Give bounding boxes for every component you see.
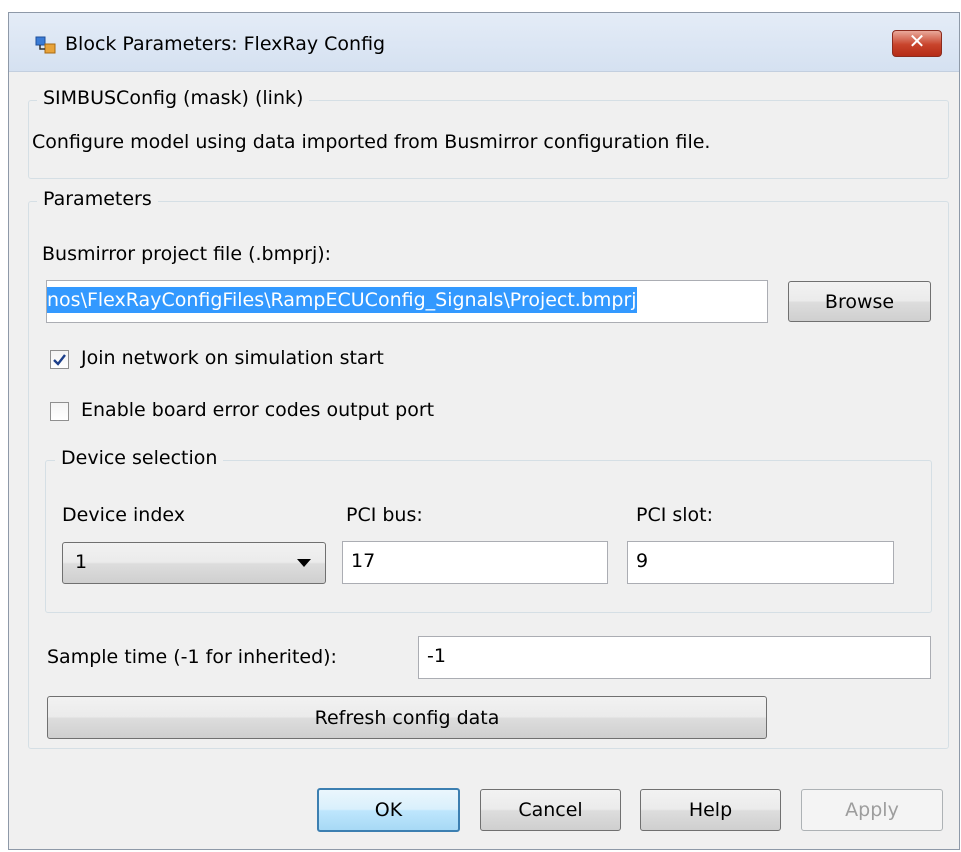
error-codes-checkbox[interactable] xyxy=(50,402,69,421)
project-file-value: nos\FlexRayConfigFiles\RampECUConfig_Sig… xyxy=(47,287,637,313)
cancel-button[interactable]: Cancel xyxy=(480,789,621,831)
title-bar[interactable]: Block Parameters: FlexRay Config ✕ xyxy=(9,13,959,72)
pci-bus-input[interactable]: 17 xyxy=(342,541,608,584)
device-index-select[interactable]: 1 xyxy=(62,542,326,584)
parameters-group: Parameters Busmirror project file (.bmpr… xyxy=(28,188,949,749)
help-button[interactable]: Help xyxy=(640,789,781,831)
device-index-value: 1 xyxy=(75,551,88,573)
browse-button[interactable]: Browse xyxy=(788,281,931,322)
refresh-config-label: Refresh config data xyxy=(314,706,500,729)
window-title: Block Parameters: FlexRay Config xyxy=(65,33,386,55)
error-codes-label[interactable]: Enable board error codes output port xyxy=(81,399,434,421)
browse-label: Browse xyxy=(824,290,895,313)
device-index-label: Device index xyxy=(62,504,185,526)
sample-time-value: -1 xyxy=(427,645,446,667)
simulink-block-icon xyxy=(35,35,57,55)
mask-heading: SIMBUSConfig (mask) (link) xyxy=(37,87,310,109)
mask-group: SIMBUSConfig (mask) (link) Configure mod… xyxy=(28,87,949,179)
chevron-down-icon xyxy=(297,559,311,567)
pci-slot-value: 9 xyxy=(636,550,649,572)
checkmark-icon xyxy=(53,354,66,366)
pci-bus-label: PCI bus: xyxy=(346,504,423,526)
sample-time-label: Sample time (-1 for inherited): xyxy=(47,646,337,668)
project-file-label: Busmirror project file (.bmprj): xyxy=(42,243,332,265)
close-icon: ✕ xyxy=(908,29,926,53)
ok-label: OK xyxy=(374,799,403,821)
parameters-heading: Parameters xyxy=(37,188,158,210)
project-file-input[interactable]: nos\FlexRayConfigFiles\RampECUConfig_Sig… xyxy=(46,280,768,323)
join-network-label[interactable]: Join network on simulation start xyxy=(81,347,384,369)
sample-time-input[interactable]: -1 xyxy=(418,636,931,679)
cancel-label: Cancel xyxy=(518,799,583,821)
close-button[interactable]: ✕ xyxy=(892,29,942,57)
pci-bus-value: 17 xyxy=(351,550,376,572)
ok-button[interactable]: OK xyxy=(317,788,460,832)
device-selection-heading: Device selection xyxy=(55,447,224,469)
apply-label: Apply xyxy=(845,799,899,821)
pci-slot-input[interactable]: 9 xyxy=(627,541,894,584)
help-label: Help xyxy=(688,799,733,821)
mask-description: Configure model using data imported from… xyxy=(32,131,711,153)
join-network-checkbox[interactable] xyxy=(50,350,69,369)
block-parameters-dialog: Block Parameters: FlexRay Config ✕ SIMBU… xyxy=(8,12,960,850)
refresh-config-button[interactable]: Refresh config data xyxy=(47,696,767,739)
pci-slot-label: PCI slot: xyxy=(636,504,714,526)
device-selection-group: Device selection Device index PCI bus: P… xyxy=(45,447,932,613)
apply-button: Apply xyxy=(801,789,943,831)
